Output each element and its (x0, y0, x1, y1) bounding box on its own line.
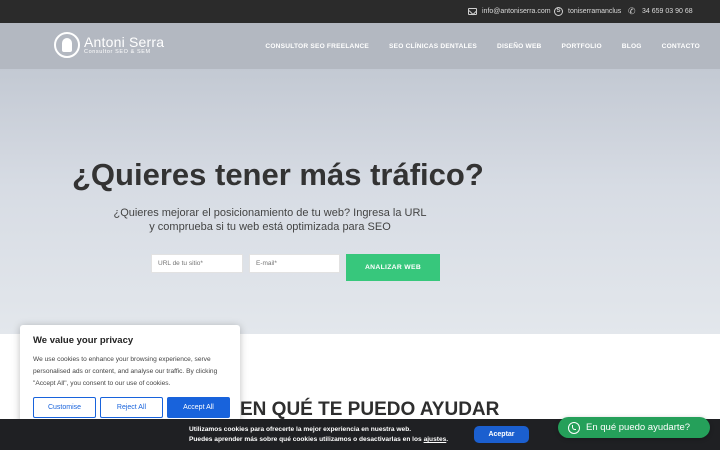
whatsapp-chat-button[interactable]: En qué puedo ayudarte? (558, 417, 710, 438)
site-header: Antoni Serra Consultor SEO & SEM CONSULT… (0, 23, 720, 69)
consent-title: We value your privacy (33, 335, 134, 346)
cookie-settings-link[interactable]: ajustes (424, 436, 447, 443)
phone-icon: ✆ (628, 6, 636, 16)
hero-section (0, 69, 720, 334)
consent-buttons: Customise Reject All Accept All (33, 397, 230, 418)
hero-subtitle-line-1: ¿Quieres mejorar el posicionamiento de t… (113, 207, 427, 219)
hero-subtitle: ¿Quieres mejorar el posicionamiento de t… (100, 206, 440, 234)
cookie-notice-text: Utilizamos cookies para ofrecerte la mej… (189, 425, 448, 445)
consent-text: We use cookies to enhance your browsing … (33, 356, 218, 387)
contact-phone-text: 34 659 03 90 68 (642, 8, 693, 15)
contact-email[interactable]: info@antoniserra.com (468, 0, 551, 23)
top-contact-bar: info@antoniserra.com S toniserramanclus … (0, 0, 720, 23)
cookie-notice-line-1: Utilizamos cookies para ofrecerte la mej… (189, 426, 412, 433)
contact-email-text: info@antoniserra.com (482, 8, 551, 15)
skype-icon: S (554, 7, 563, 16)
main-nav: CONSULTOR SEO FREELANCE SEO CLÍNICAS DEN… (265, 23, 700, 69)
url-input[interactable] (151, 254, 243, 273)
nav-diseno-web[interactable]: DISEÑO WEB (497, 43, 542, 50)
logo-text: Antoni Serra Consultor SEO & SEM (84, 35, 164, 56)
cookie-consent-dialog: We value your privacy We use cookies to … (20, 325, 240, 429)
logo[interactable]: Antoni Serra Consultor SEO & SEM (54, 32, 164, 58)
nav-portfolio[interactable]: PORTFOLIO (562, 43, 602, 50)
mail-icon (468, 8, 477, 15)
whatsapp-icon (568, 421, 580, 434)
analyze-web-button[interactable]: ANALIZAR WEB (346, 254, 440, 281)
hero-title: ¿Quieres tener más tráfico? (72, 157, 484, 192)
cookie-notice-line-2-text: Puedes aprender más sobre qué cookies ut… (189, 436, 422, 443)
hero-subtitle-line-2: y comprueba si tu web está optimizada pa… (149, 221, 391, 233)
nav-contacto[interactable]: CONTACTO (662, 43, 700, 50)
contact-skype[interactable]: S toniserramanclus (554, 0, 621, 23)
nav-consultor-seo[interactable]: CONSULTOR SEO FREELANCE (265, 43, 369, 50)
whatsapp-label: En qué puedo ayudarte? (586, 422, 691, 433)
reject-all-button[interactable]: Reject All (100, 397, 163, 418)
contact-phone[interactable]: ✆ 34 659 03 90 68 (628, 0, 693, 23)
accept-all-button[interactable]: Accept All (167, 397, 230, 418)
logo-subtitle: Consultor SEO & SEM (84, 48, 151, 55)
section-heading: EN QUÉ TE PUEDO AYUDAR (240, 399, 500, 420)
contact-skype-text: toniserramanclus (568, 8, 622, 15)
nav-blog[interactable]: BLOG (622, 43, 642, 50)
nav-seo-clinicas[interactable]: SEO CLÍNICAS DENTALES (389, 43, 477, 50)
email-input[interactable] (249, 254, 340, 273)
cookie-accept-button[interactable]: Aceptar (474, 426, 529, 443)
customise-button[interactable]: Customise (33, 397, 96, 418)
logo-name: Antoni Serra (84, 33, 165, 50)
cookie-notice-line-2: Puedes aprender más sobre qué cookies ut… (189, 436, 449, 443)
logo-mark-icon (54, 32, 80, 58)
